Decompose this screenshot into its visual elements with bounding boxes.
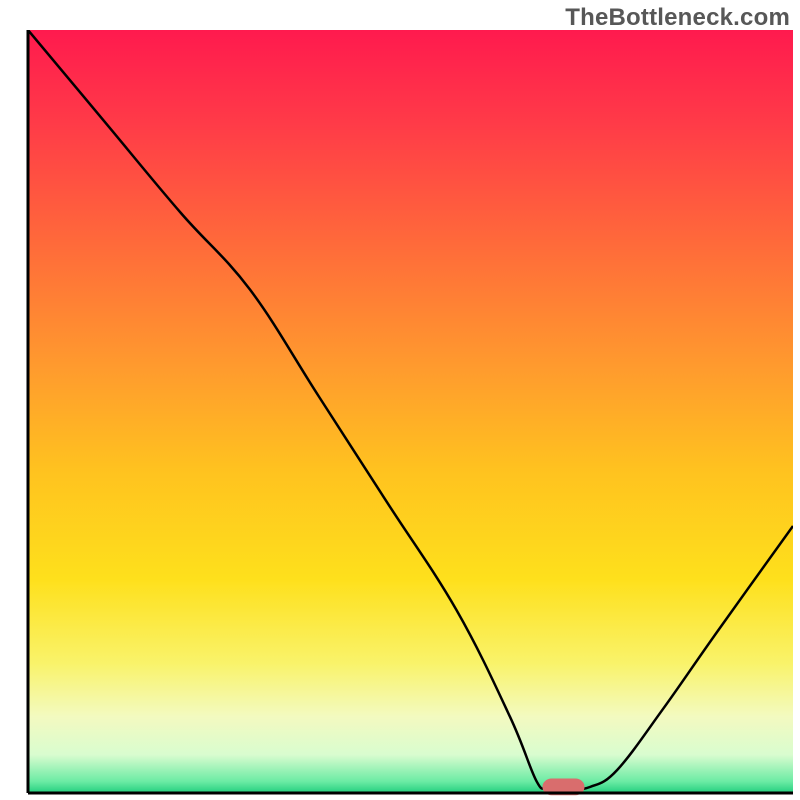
plot-background	[28, 30, 793, 793]
chart-container: TheBottleneck.com	[0, 0, 800, 800]
chart-svg	[0, 0, 800, 800]
watermark-text: TheBottleneck.com	[565, 4, 790, 32]
